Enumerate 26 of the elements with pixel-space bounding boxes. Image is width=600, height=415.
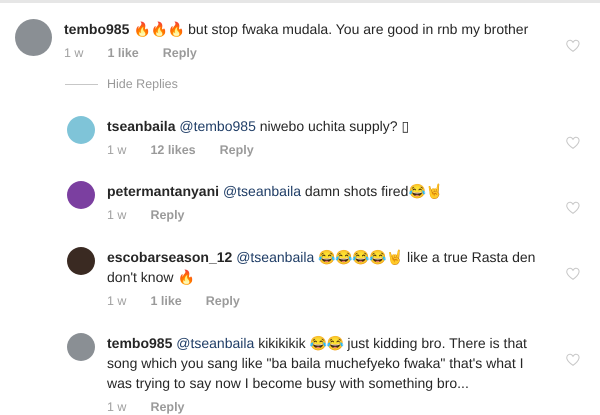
timestamp: 1 w <box>107 207 126 224</box>
avatar-photo[interactable] <box>67 181 95 210</box>
timestamp: 1 w <box>107 142 126 158</box>
comment-text: petermantanyani @tseanbaila damn shots fired😂🤘 <box>107 182 444 202</box>
heart-icon[interactable] <box>566 352 580 366</box>
username-link[interactable]: petermantanyani <box>107 183 220 200</box>
timestamp: 1 w <box>107 293 126 310</box>
comment-text: tseanbaila @tembo985 niwebo uchita supply? ▯ <box>107 116 410 136</box>
mention-link[interactable]: @tseanbaila <box>236 249 314 265</box>
username-link[interactable]: tembo985 <box>107 334 172 351</box>
username-link[interactable]: tembo985 <box>64 21 130 37</box>
comment-text: tembo985 @tseanbaila kikikikik 😂😂 just kidding bro. There is that song which you sang like "ba baila muchefyeko fwaka" that's what I was trying to say now I become busy with something bro... <box>107 334 528 393</box>
comment-text: tembo985 🔥🔥🔥 but stop fwaka mudala. You are good in rnb my brother <box>64 20 530 39</box>
mention-link[interactable]: @tseanbaila <box>222 183 301 200</box>
username-link[interactable]: escobarseason_12 <box>107 249 232 265</box>
heart-icon[interactable] <box>566 267 580 280</box>
mention-link[interactable]: @tseanbaila <box>176 334 254 351</box>
timestamp: 1 w <box>107 398 126 415</box>
heart-icon[interactable] <box>566 39 580 52</box>
comment-text: escobarseason_12 @tseanbaila 😂😂😂😂🤘 like a true Rasta den don't know 🔥 <box>107 248 536 287</box>
timestamp: 1 w <box>64 45 84 62</box>
mention-link[interactable]: @tembo985 <box>179 118 256 134</box>
username-link[interactable]: tseanbaila <box>107 118 176 134</box>
heart-icon[interactable] <box>566 136 580 148</box>
avatar-photo[interactable] <box>67 247 95 275</box>
heart-icon[interactable] <box>566 201 580 214</box>
